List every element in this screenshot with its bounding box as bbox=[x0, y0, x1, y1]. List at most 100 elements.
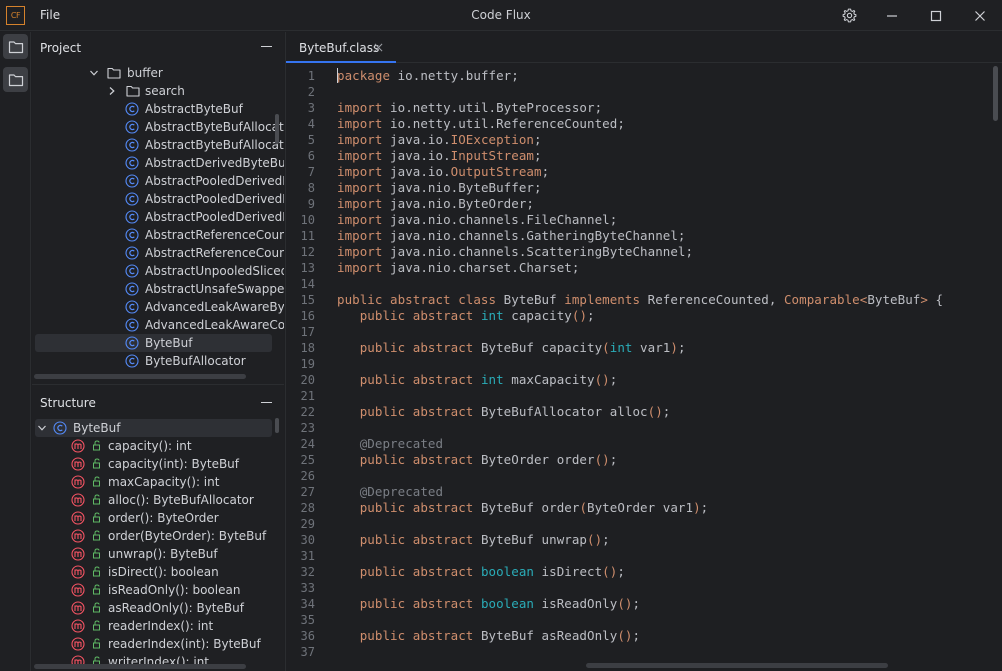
structure-member[interactable]: order(): ByteOrder bbox=[32, 509, 272, 527]
code-token: int bbox=[609, 340, 633, 355]
structure-member[interactable]: unwrap(): ByteBuf bbox=[32, 545, 272, 563]
structure-member[interactable]: maxCapacity(): int bbox=[32, 473, 272, 491]
structure-horizontal-scrollbar[interactable] bbox=[34, 664, 246, 669]
code-token: public abstract bbox=[359, 532, 474, 547]
class-icon bbox=[125, 102, 139, 116]
tree-item-folder[interactable]: search bbox=[32, 82, 272, 100]
code-token: capacity bbox=[503, 308, 572, 323]
line-number: 32 bbox=[300, 565, 315, 579]
line-number: 3 bbox=[307, 101, 315, 115]
minimize-button[interactable] bbox=[870, 0, 914, 31]
tree-item-folder[interactable]: buffer bbox=[32, 64, 272, 82]
tree-item-class[interactable]: AbstractByteBufAllocatorMetric bbox=[32, 136, 284, 154]
code-token: ; bbox=[534, 132, 542, 147]
class-icon bbox=[125, 156, 139, 170]
structure-member[interactable]: isReadOnly(): boolean bbox=[32, 581, 272, 599]
structure-vertical-scrollbar[interactable] bbox=[275, 418, 279, 433]
class-icon bbox=[125, 282, 139, 296]
structure-member[interactable]: order(ByteOrder): ByteBuf bbox=[32, 527, 272, 545]
tree-item-class[interactable]: AbstractReferenceCountedByteBuf$1 bbox=[32, 244, 284, 262]
chevron-down-icon[interactable] bbox=[37, 423, 47, 433]
menu-file[interactable]: File bbox=[40, 8, 60, 22]
public-access-icon bbox=[93, 530, 100, 541]
code-line: import java.nio.channels.ScatteringByteC… bbox=[337, 244, 693, 259]
structure-member[interactable]: isDirect(): boolean bbox=[32, 563, 272, 581]
tree-item-label: buffer bbox=[127, 66, 163, 80]
tree-item-class[interactable]: AbstractDerivedByteBuf bbox=[32, 154, 284, 172]
editor-horizontal-scrollbar[interactable] bbox=[586, 663, 888, 668]
code-token: isDirect bbox=[533, 564, 603, 579]
code-line: import java.nio.ByteOrder; bbox=[337, 196, 534, 211]
tree-item-class[interactable]: ByteBufAllocator bbox=[32, 352, 272, 370]
code-token: ReferenceCounted, bbox=[640, 292, 784, 307]
tree-item-class[interactable]: AbstractPooledDerivedByteBuf$PooledNonRe… bbox=[32, 208, 284, 226]
code-line: public abstract boolean isReadOnly(); bbox=[337, 596, 640, 611]
code-token: java.nio.ByteOrder; bbox=[382, 196, 534, 211]
code-token: package bbox=[337, 68, 391, 83]
tree-item-class[interactable]: AbstractUnsafeSwappedByteBuf bbox=[32, 280, 284, 298]
chevron-down-icon[interactable] bbox=[89, 68, 99, 78]
tree-item-class[interactable]: AdvancedLeakAwareCompositeByteBuf bbox=[32, 316, 284, 334]
toolstrip-structure-button[interactable] bbox=[3, 67, 28, 92]
toolstrip-project-button[interactable] bbox=[3, 34, 28, 59]
code-line: public abstract ByteBuf asReadOnly(); bbox=[337, 628, 640, 643]
project-vertical-scrollbar[interactable] bbox=[275, 114, 279, 144]
tree-item-label: AbstractPooledDerivedByteBuf bbox=[145, 174, 284, 188]
structure-member[interactable]: readerIndex(int): ByteBuf bbox=[32, 635, 272, 653]
line-number: 22 bbox=[300, 405, 315, 419]
tree-item-class[interactable]: AbstractUnpooledSlicedByteBuf bbox=[32, 262, 284, 280]
code-token: @Deprecated bbox=[359, 436, 444, 451]
code-area[interactable]: package io.netty.buffer; import io.netty.… bbox=[337, 64, 987, 664]
structure-member[interactable]: capacity(): int bbox=[32, 437, 272, 455]
project-panel-minimize-button[interactable] bbox=[261, 46, 272, 47]
structure-member[interactable]: capacity(int): ByteBuf bbox=[32, 455, 272, 473]
structure-panel-minimize-button[interactable] bbox=[261, 402, 272, 403]
code-line: public abstract class ByteBuf implements… bbox=[337, 292, 943, 307]
code-line: import io.netty.util.ReferenceCounted; bbox=[337, 116, 625, 131]
code-token: ; bbox=[609, 372, 618, 387]
editor-tab[interactable]: ByteBuf.class bbox=[286, 32, 396, 63]
settings-button[interactable] bbox=[827, 0, 871, 31]
tree-item-class[interactable]: AbstractByteBuf bbox=[32, 100, 272, 118]
class-icon bbox=[125, 192, 139, 206]
chevron-right-icon[interactable] bbox=[107, 86, 117, 96]
code-token: ; bbox=[632, 628, 641, 643]
code-token: ByteOrder var1 bbox=[587, 500, 694, 515]
line-number: 21 bbox=[300, 389, 315, 403]
code-token: InputStream bbox=[450, 148, 534, 163]
tree-item-label: search bbox=[145, 84, 185, 98]
close-icon[interactable] bbox=[374, 43, 383, 52]
tree-item-class[interactable]: AbstractReferenceCountedByteBuf bbox=[32, 226, 284, 244]
structure-member[interactable]: readerIndex(): int bbox=[32, 617, 272, 635]
tree-item-class[interactable]: ByteBuf bbox=[35, 334, 272, 352]
tree-item-label: AdvancedLeakAwareCompositeByteBuf bbox=[145, 318, 284, 332]
code-token: int bbox=[480, 308, 504, 323]
structure-root-class[interactable]: ByteBuf bbox=[35, 419, 272, 437]
code-token: io.netty.util.ByteProcessor; bbox=[382, 100, 603, 115]
structure-member[interactable]: alloc(): ByteBufAllocator bbox=[32, 491, 272, 509]
line-number: 25 bbox=[300, 453, 315, 467]
code-token: ; bbox=[602, 532, 610, 547]
editor-vertical-scrollbar[interactable] bbox=[993, 66, 998, 121]
maximize-button[interactable] bbox=[914, 0, 958, 31]
tree-item-class[interactable]: AbstractPooledDerivedByteBuf bbox=[32, 172, 284, 190]
code-token: var1 bbox=[632, 340, 671, 355]
code-line: public abstract ByteBufAllocator alloc()… bbox=[337, 404, 671, 419]
tree-item-class[interactable]: AbstractByteBufAllocator bbox=[32, 118, 284, 136]
minimize-icon bbox=[887, 14, 897, 17]
structure-member[interactable]: asReadOnly(): ByteBuf bbox=[32, 599, 272, 617]
code-line: public abstract int maxCapacity(); bbox=[337, 372, 618, 387]
line-number: 14 bbox=[300, 277, 315, 291]
code-token: { bbox=[927, 292, 944, 307]
line-number: 37 bbox=[300, 645, 315, 659]
tree-item-class[interactable]: AbstractPooledDerivedByteBuf$PooledNonRe… bbox=[32, 190, 284, 208]
tree-item-class[interactable]: AdvancedLeakAwareByteBuf bbox=[32, 298, 284, 316]
tree-item-label: AbstractReferenceCountedByteBuf bbox=[145, 228, 284, 242]
close-window-button[interactable] bbox=[958, 0, 1002, 31]
project-horizontal-scrollbar[interactable] bbox=[34, 374, 246, 379]
code-line: public abstract ByteBuf capacity(int var… bbox=[337, 340, 686, 355]
code-token: io.netty.util.ReferenceCounted; bbox=[382, 116, 625, 131]
